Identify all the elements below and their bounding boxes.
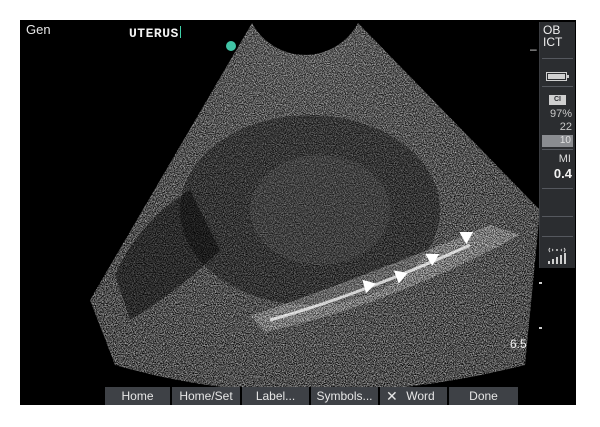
word-label: Word [406,389,435,403]
battery-icon [546,72,569,81]
ci-badge: CI [549,95,566,105]
param-highlight: 10 [542,135,573,147]
signal-icon [548,247,566,264]
depth-tick [539,282,542,284]
mode-label: Gen [26,22,51,37]
contrast-value: 97% [549,108,572,120]
close-icon: ✕ [386,388,398,404]
status-panel: OB ICT CI 97% 22 10 MI 0.4 [539,22,575,268]
divider [542,188,573,189]
preset-label: OB ICT [543,24,573,48]
divider [542,236,573,237]
symbols-button[interactable]: Symbols... [311,387,380,405]
divider [542,86,573,87]
label-button[interactable]: Label... [242,387,311,405]
home-set-button[interactable]: Home/Set [172,387,242,405]
word-button[interactable]: ✕ Word [380,387,449,405]
depth-dash: – [530,42,537,56]
preset-transducer: ICT [543,35,563,49]
text-cursor [179,26,181,38]
ultrasound-screen: Gen UTERUS – 6.5 OB ICT CI 97% 22 10 MI … [20,20,576,405]
divider [542,149,573,150]
orientation-marker [226,41,236,51]
depth-tick [539,327,542,329]
depth-value: 6.5 [510,337,527,351]
softkey-bar: Home Home/Set Label... Symbols... ✕ Word … [105,387,518,405]
annotation-text[interactable]: UTERUS [129,26,181,41]
divider [542,58,573,59]
param-value: 22 [559,121,572,133]
annotation-label: UTERUS [129,26,179,41]
battery-fill [548,74,565,79]
home-button[interactable]: Home [105,387,172,405]
mi-value: 0.4 [553,166,572,181]
done-button[interactable]: Done [449,387,518,405]
divider [542,216,573,217]
mi-label: MI [558,153,571,165]
param-value: 10 [559,135,571,146]
ultrasound-image [90,23,540,393]
